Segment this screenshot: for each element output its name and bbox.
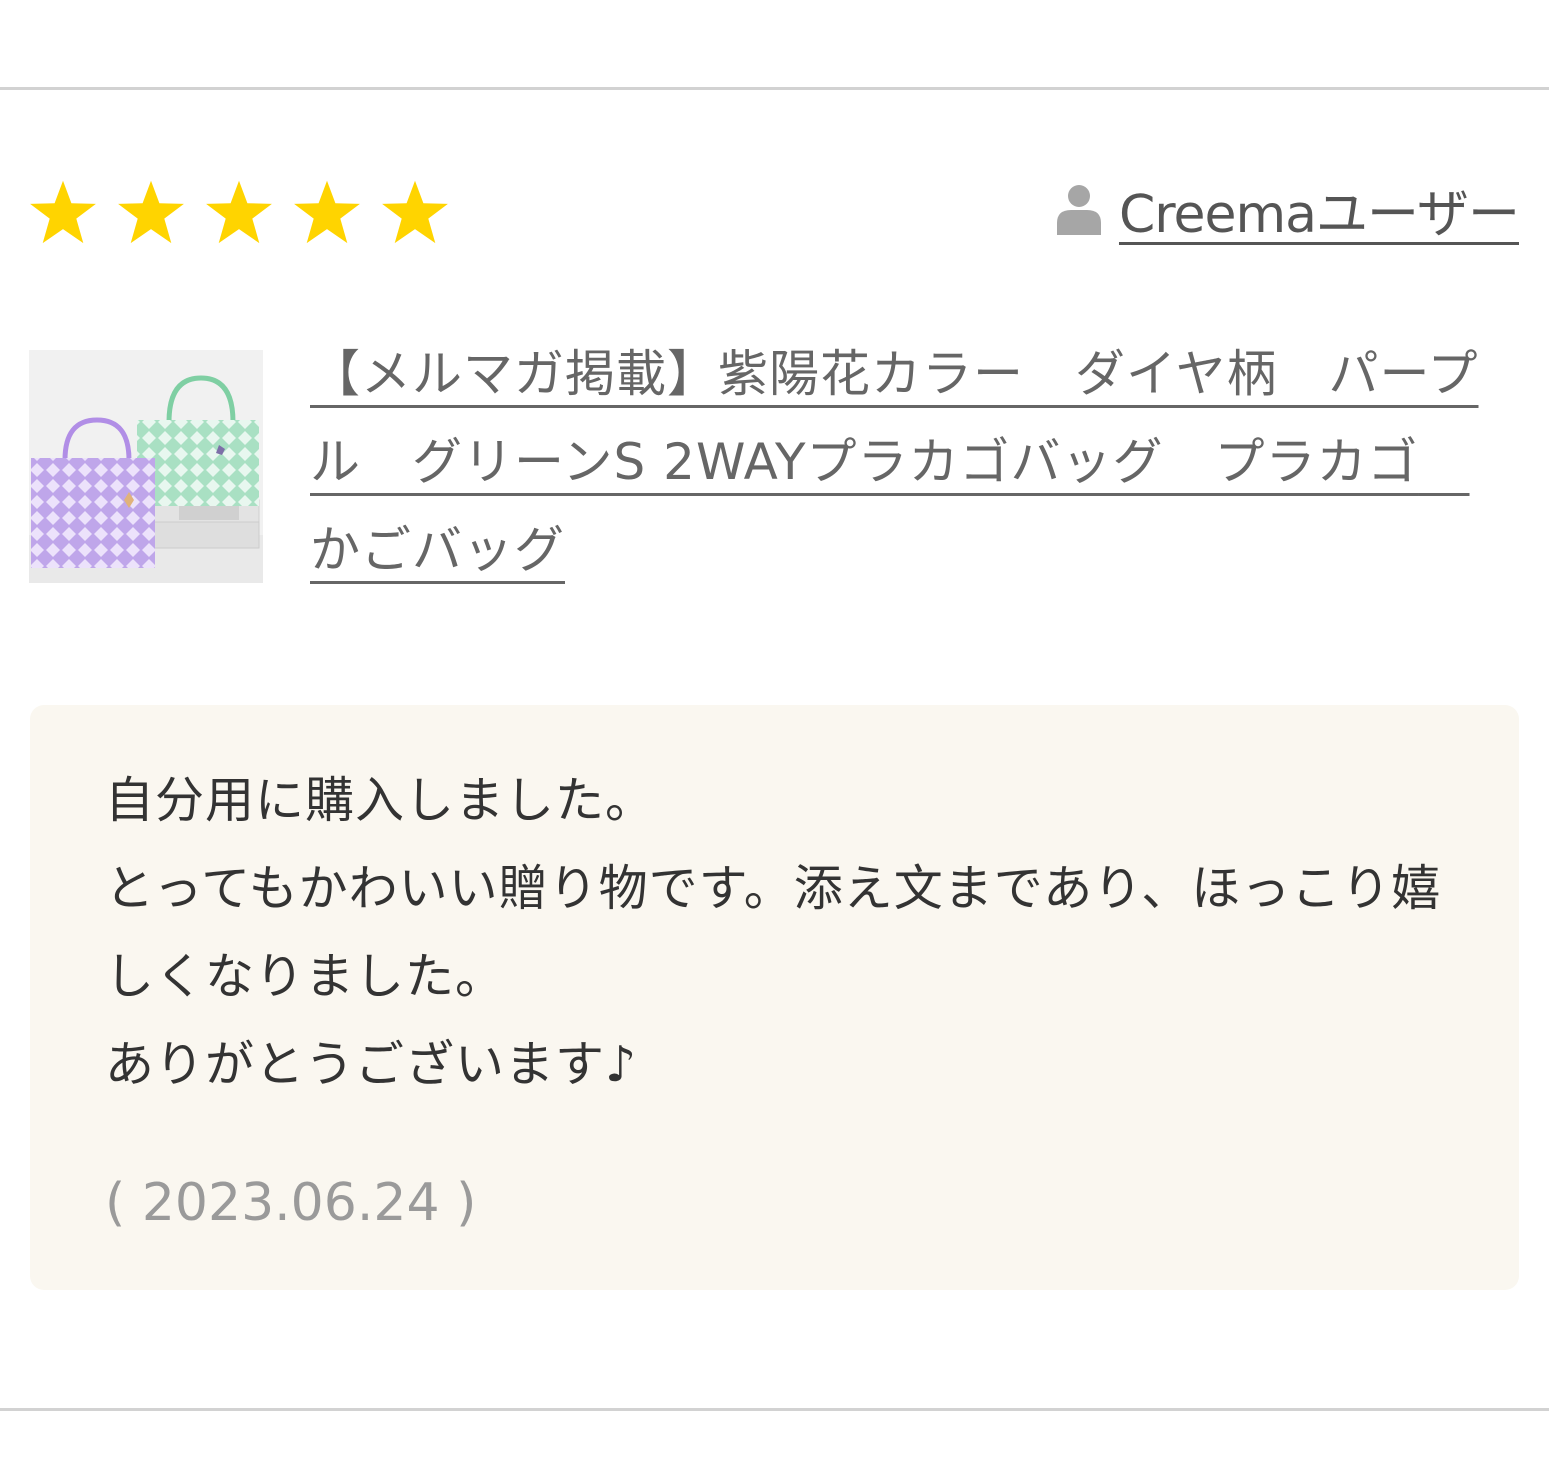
star-icon xyxy=(30,180,96,244)
star-icon xyxy=(206,180,272,244)
review-date: ( 2023.06.24 ) xyxy=(105,1173,477,1233)
reviewer-name-link[interactable]: Creemaユーザー xyxy=(1119,172,1520,247)
user-icon xyxy=(1056,185,1101,235)
product-thumbnail[interactable] xyxy=(29,350,263,583)
star-icon xyxy=(294,180,360,244)
product-title-link[interactable]: 【メルマガ掲載】紫陽花カラー ダイヤ柄 パープル グリーンS 2WAYプラカゴバ… xyxy=(310,330,1510,594)
star-rating xyxy=(28,178,450,248)
bottom-divider xyxy=(0,1408,1549,1411)
star-icon xyxy=(382,180,448,244)
review-box: 自分用に購入しました。 とってもかわいい贈り物です。添え文まであり、ほっこり嬉し… xyxy=(30,705,1519,1290)
review-text: 自分用に購入しました。 とってもかわいい贈り物です。添え文まであり、ほっこり嬉し… xyxy=(105,772,1442,1093)
top-divider xyxy=(0,87,1549,90)
reviewer[interactable]: Creemaユーザー xyxy=(1056,178,1520,245)
star-icon xyxy=(118,180,184,244)
